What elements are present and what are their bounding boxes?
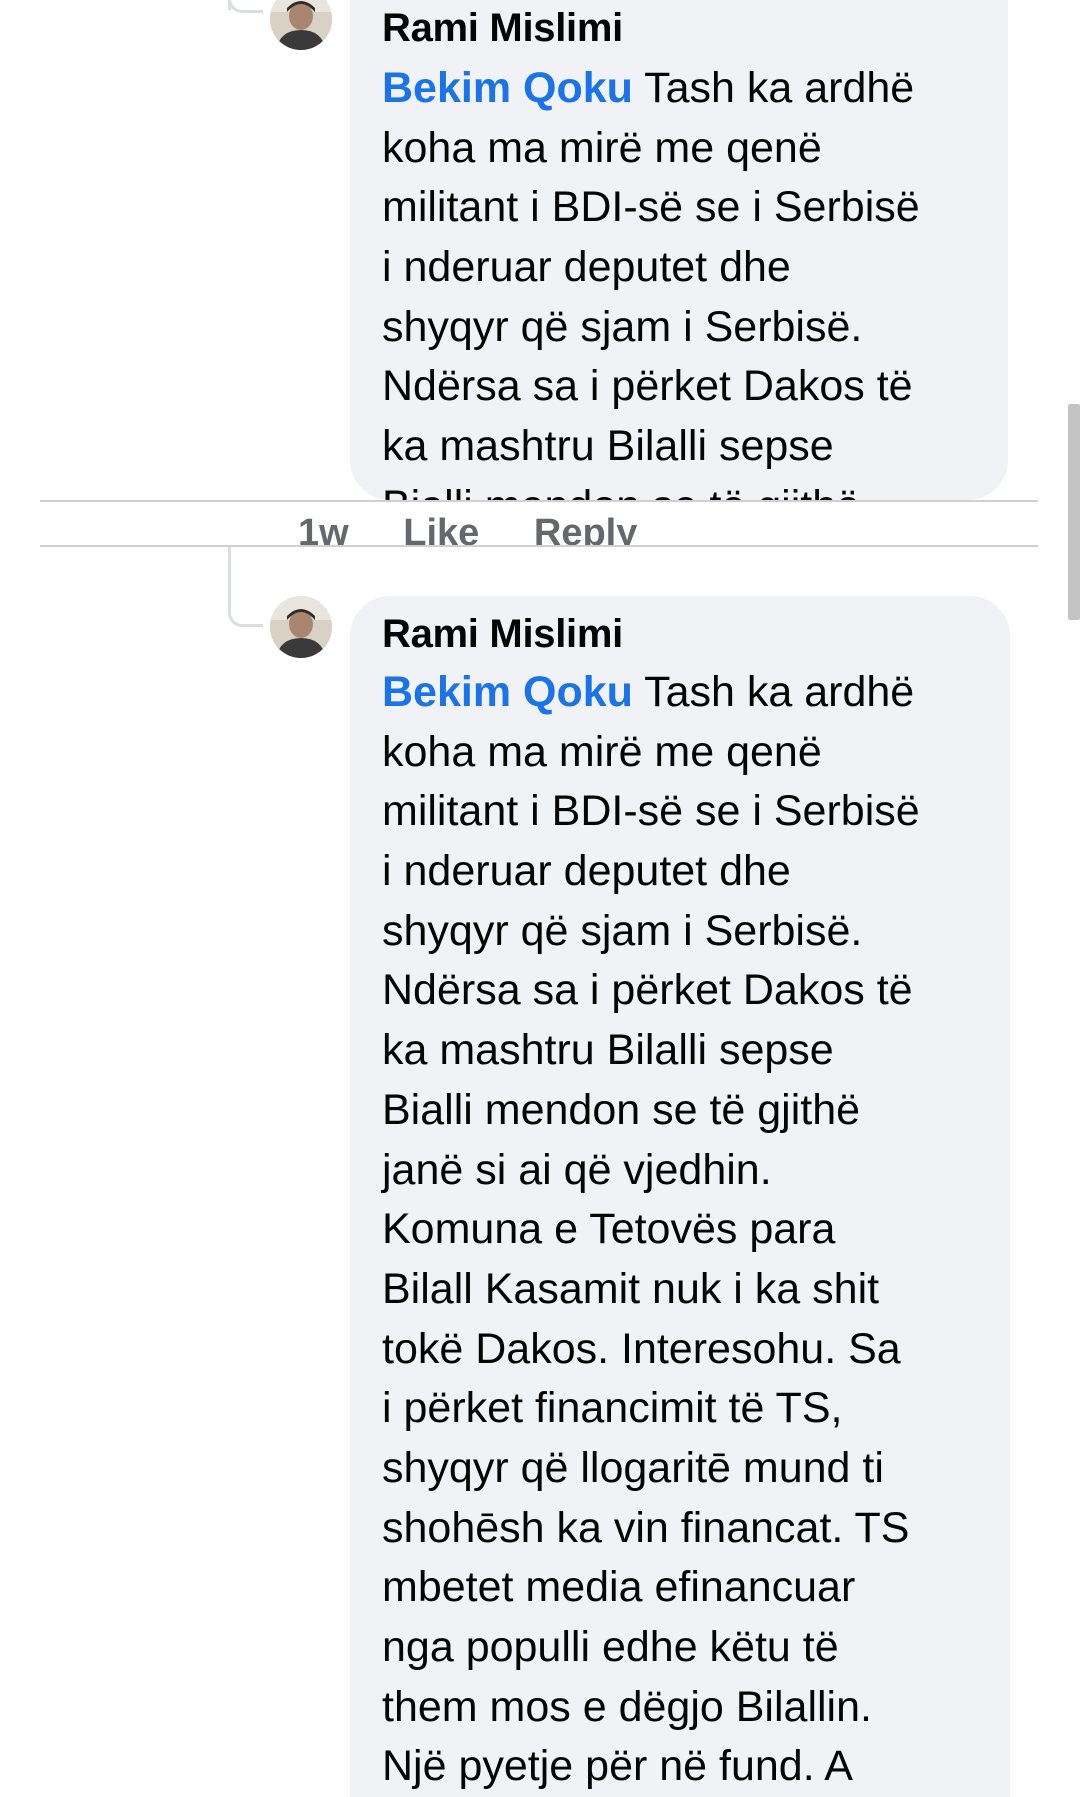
comment-timestamp: 1w — [298, 512, 349, 546]
comment-line: Ndërsa sa i përket Dakos të — [382, 362, 913, 411]
comment-line: i nderuar deputet dhe — [382, 847, 791, 896]
comment-text: Bekim Qoku Tash ka ardhë koha ma mirë me… — [382, 59, 982, 500]
comment-line: Komuna e Tetovës para — [382, 1205, 836, 1254]
comment-thread-screenshot: Rami Mislimi Bekim Qoku Tash ka ardhë ko… — [0, 0, 1080, 1797]
profile-photo-icon — [270, 0, 332, 50]
reply-button[interactable]: Reply — [534, 512, 637, 546]
comment-line: i përket financimit të TS, — [382, 1384, 843, 1433]
profile-photo-icon — [270, 596, 332, 658]
like-button[interactable]: Like — [403, 512, 479, 546]
comment-line: Bekim Qoku Tash ka ardhë — [382, 59, 982, 119]
avatar[interactable] — [270, 596, 332, 658]
comment-line: nga populli edhe këtu të — [382, 1623, 839, 1671]
crop-edge-line — [40, 545, 1038, 547]
crop-edge-line — [40, 500, 1038, 502]
comment-line: shyqyr që sjam i Serbisë. — [382, 906, 863, 955]
comment-line: shyqyr që sjam i Serbisë. — [382, 302, 863, 351]
comment-line: Ndërsa sa i përket Dakos të — [382, 966, 913, 1015]
comment-line: koha ma mirë me qenë — [382, 727, 822, 776]
comment-line: Bilall Kasamit nuk i ka shit — [382, 1264, 880, 1313]
comment-author[interactable]: Rami Mislimi — [382, 612, 623, 657]
comment-line: janë si ai që vjedhin. — [382, 1145, 772, 1194]
thread-connector-elbow — [228, 580, 263, 627]
comment-line: ka mashtru Bilalli sepse — [382, 1026, 834, 1075]
comment-bubble: Rami Mislimi Bekim Qoku Tash ka ardhë ko… — [350, 0, 1008, 500]
comment-line: Bekim Qoku Tash ka ardhë — [382, 663, 982, 723]
comment-line: ka mashtru Bilalli sepse — [382, 422, 834, 471]
comment-line: i nderuar deputet dhe — [382, 243, 791, 292]
comment-actions: 1w Like Reply — [80, 512, 681, 546]
comment-line-text: Tash ka ardhë — [632, 668, 915, 716]
comment-line: mbetet media efinancuar — [382, 1563, 856, 1612]
comment-line: koha ma mirë me qenë — [382, 123, 822, 172]
comment-line-text: Tash ka ardhë — [632, 64, 915, 112]
comment-line: Bialli mendon se të gjithë — [382, 1085, 861, 1134]
comment-author[interactable]: Rami Mislimi — [382, 6, 623, 51]
comment-line: shohēsh ka vin financat. TS — [382, 1503, 910, 1552]
comment-line: Bialli mendon se të gjithë — [382, 477, 982, 500]
comment-line: shyqyr që llogaritē mund ti — [382, 1443, 884, 1492]
comment-bubble: Rami Mislimi Bekim Qoku Tash ka ardhë ko… — [350, 596, 1010, 1797]
comment-line: militant i BDI-së se i Serbisë — [382, 787, 920, 836]
comment-line: militant i BDI-së se i Serbisë — [382, 183, 920, 232]
avatar[interactable] — [270, 0, 332, 50]
comment-line: them mos e dëgjo Bilallin. — [382, 1682, 872, 1731]
comment-actions-row: 1w Like Reply — [80, 500, 980, 546]
comment-line: tokë Dakos. Interesohu. Sa — [382, 1324, 901, 1373]
thread-connector-elbow — [228, 0, 263, 13]
mention-link[interactable]: Bekim Qoku — [382, 668, 633, 716]
mention-link[interactable]: Bekim Qoku — [382, 64, 633, 112]
scrollbar-thumb[interactable] — [1068, 404, 1080, 620]
comment-line: Një pyetje për në fund. A — [382, 1742, 853, 1791]
comment-text: Bekim Qoku Tash ka ardhë koha ma mirë me… — [382, 663, 982, 1797]
